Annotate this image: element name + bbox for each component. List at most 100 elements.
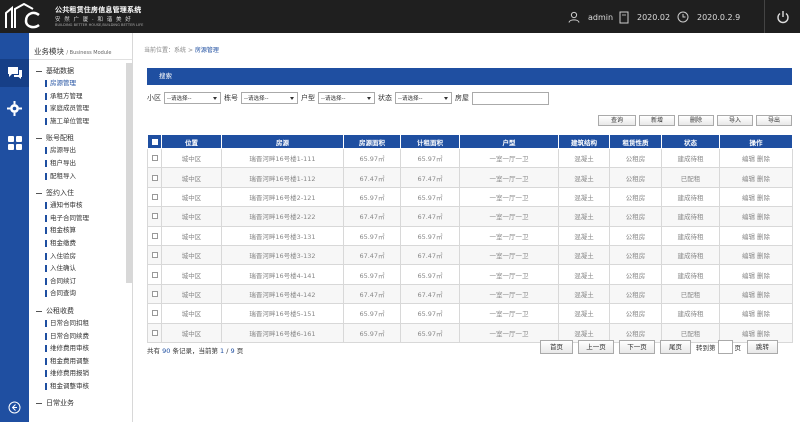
sidebar-item[interactable]: 日常合同续费 <box>36 330 132 343</box>
sidebar-item[interactable]: 租金缴费 <box>36 237 132 250</box>
next-page-button[interactable]: 下一页 <box>619 340 655 354</box>
edit-link[interactable]: 编辑 <box>742 310 755 318</box>
table-row[interactable]: 城中区 瑞晋河畔16号楼2-121 65.97㎡ 65.97㎡ 一室一厅一卫 混凝土 公租房… <box>147 186 793 208</box>
edit-link[interactable]: 编辑 <box>742 194 755 202</box>
sidebar-group-title[interactable]: 签约入住 <box>36 188 132 199</box>
edit-link[interactable]: 编辑 <box>742 330 755 338</box>
row-select-cell[interactable] <box>147 167 162 188</box>
sidebar-item[interactable]: 租金核算 <box>36 224 132 237</box>
sidebar-scrollbar[interactable] <box>126 63 132 283</box>
sidebar-item[interactable]: 租金调整审核 <box>36 380 132 393</box>
filter-select-status[interactable]: --请选择-- <box>395 92 452 104</box>
edit-link[interactable]: 编辑 <box>742 175 755 183</box>
export-button[interactable]: 导出 <box>756 115 792 126</box>
logout-button[interactable] <box>764 0 800 33</box>
delete-button[interactable]: 删除 <box>678 115 714 126</box>
row-select-cell[interactable] <box>147 147 162 169</box>
row-checkbox[interactable] <box>151 290 158 297</box>
sidebar-group-title[interactable]: 账号配租 <box>36 133 132 144</box>
delete-link[interactable]: 删除 <box>757 252 770 260</box>
filter-input-room[interactable] <box>472 91 549 105</box>
table-row[interactable]: 城中区 瑞晋河畔16号楼1-112 67.47㎡ 67.47㎡ 一室一厅一卫 混凝土 公租房… <box>147 167 793 188</box>
delete-link[interactable]: 删除 <box>757 194 770 202</box>
sidebar-item[interactable]: 维修费用审核 <box>36 342 132 355</box>
filter-select-layout[interactable]: --请选择-- <box>318 92 375 104</box>
sidebar-item[interactable]: 租户导出 <box>36 157 132 170</box>
row-select-cell[interactable] <box>147 186 162 208</box>
row-checkbox[interactable] <box>151 193 158 200</box>
sidebar-item[interactable]: 电子合同管理 <box>36 212 132 225</box>
delete-link[interactable]: 删除 <box>757 330 770 338</box>
sidebar-item[interactable]: 维修费用报销 <box>36 367 132 380</box>
module-settings[interactable] <box>0 94 29 122</box>
delete-link[interactable]: 删除 <box>757 310 770 318</box>
delete-link[interactable]: 删除 <box>757 233 770 241</box>
query-button[interactable]: 查询 <box>598 115 636 126</box>
import-button[interactable]: 导入 <box>717 115 753 126</box>
row-select-cell[interactable] <box>147 264 162 285</box>
add-button[interactable]: 新增 <box>639 115 675 126</box>
goto-page-input[interactable] <box>717 340 733 354</box>
sidebar-item[interactable]: 家庭成员管理 <box>36 102 132 115</box>
table-row[interactable]: 城中区 瑞晋河畔16号楼3-132 67.47㎡ 67.47㎡ 一室一厅一卫 混凝土 公租房… <box>147 244 793 266</box>
row-checkbox[interactable] <box>151 174 158 181</box>
delete-link[interactable]: 删除 <box>757 175 770 183</box>
delete-link[interactable]: 删除 <box>757 213 770 221</box>
sidebar-item[interactable]: 合同查询 <box>36 287 132 300</box>
user-menu[interactable]: admin <box>568 9 613 25</box>
module-business[interactable] <box>0 59 29 87</box>
sidebar-item[interactable]: 租金费用调整 <box>36 355 132 368</box>
table-row[interactable]: 城中区 瑞晋河畔16号楼3-131 65.97㎡ 65.97㎡ 一室一厅一卫 混凝土 公租房… <box>147 225 793 246</box>
filter-select-building[interactable]: --请选择-- <box>241 92 298 104</box>
row-select-cell[interactable] <box>147 244 162 266</box>
row-checkbox[interactable] <box>151 252 158 259</box>
row-checkbox[interactable] <box>151 155 158 162</box>
breadcrumb-system[interactable]: 系统 <box>174 47 186 54</box>
row-checkbox[interactable] <box>151 232 158 239</box>
row-checkbox[interactable] <box>151 329 158 336</box>
sidebar-item[interactable]: 承租方管理 <box>36 90 132 103</box>
edit-link[interactable]: 编辑 <box>742 252 755 260</box>
select-all-cell[interactable] <box>147 134 162 149</box>
table-row[interactable]: 城中区 瑞晋河畔16号楼4-142 67.47㎡ 67.47㎡ 一室一厅一卫 混凝土 公租房… <box>147 283 793 305</box>
sidebar-group-title[interactable]: 日常业务 <box>36 398 132 409</box>
row-select-cell[interactable] <box>147 225 162 246</box>
filter-select-community[interactable]: --请选择-- <box>164 92 221 104</box>
delete-link[interactable]: 删除 <box>757 155 770 163</box>
table-row[interactable]: 城中区 瑞晋河畔16号楼2-122 67.47㎡ 67.47㎡ 一室一厅一卫 混凝土 公租房… <box>147 206 793 227</box>
sidebar-item[interactable]: 入住确认 <box>36 262 132 275</box>
sidebar-item[interactable]: 施工单位管理 <box>36 115 132 128</box>
edit-link[interactable]: 编辑 <box>742 272 755 280</box>
sidebar-item[interactable]: 合同续订 <box>36 275 132 288</box>
prev-page-button[interactable]: 上一页 <box>578 340 614 354</box>
edit-link[interactable]: 编辑 <box>742 213 755 221</box>
sidebar-group-title[interactable]: 基础数据 <box>36 66 132 77</box>
sidebar-item[interactable]: 配租导入 <box>36 170 132 183</box>
row-checkbox[interactable] <box>151 310 158 317</box>
sidebar-item[interactable]: 通知书审核 <box>36 199 132 212</box>
sidebar-item[interactable]: 日常合同扣租 <box>36 317 132 330</box>
row-checkbox[interactable] <box>151 271 158 278</box>
table-row[interactable]: 城中区 瑞晋河畔16号楼1-111 65.97㎡ 65.97㎡ 一室一厅一卫 混凝土 公租房… <box>147 147 793 169</box>
delete-link[interactable]: 删除 <box>757 272 770 280</box>
edit-link[interactable]: 编辑 <box>742 233 755 241</box>
first-page-button[interactable]: 首页 <box>540 340 573 354</box>
row-select-cell[interactable] <box>147 303 162 324</box>
row-checkbox[interactable] <box>151 213 158 220</box>
edit-link[interactable]: 编辑 <box>742 155 755 163</box>
sidebar-item[interactable]: 入住验房 <box>36 250 132 263</box>
jump-button[interactable]: 跳转 <box>747 340 778 354</box>
edit-link[interactable]: 编辑 <box>742 291 755 299</box>
collapse-button[interactable] <box>0 393 29 421</box>
table-row[interactable]: 城中区 瑞晋河畔16号楼5-151 65.97㎡ 65.97㎡ 一室一厅一卫 混凝土 公租房… <box>147 303 793 324</box>
select-all-checkbox[interactable] <box>151 138 158 145</box>
table-row[interactable]: 城中区 瑞晋河畔16号楼4-141 65.97㎡ 65.97㎡ 一室一厅一卫 混凝土 公租房… <box>147 264 793 285</box>
last-page-button[interactable]: 尾页 <box>660 340 691 354</box>
sidebar-group-title[interactable]: 公租收费 <box>36 306 132 317</box>
sidebar-item[interactable]: 房源导出 <box>36 144 132 157</box>
delete-link[interactable]: 删除 <box>757 291 770 299</box>
row-select-cell[interactable] <box>147 322 162 343</box>
module-apps[interactable] <box>0 129 29 157</box>
sidebar-item[interactable]: 房源管理 <box>36 77 132 90</box>
row-select-cell[interactable] <box>147 283 162 305</box>
